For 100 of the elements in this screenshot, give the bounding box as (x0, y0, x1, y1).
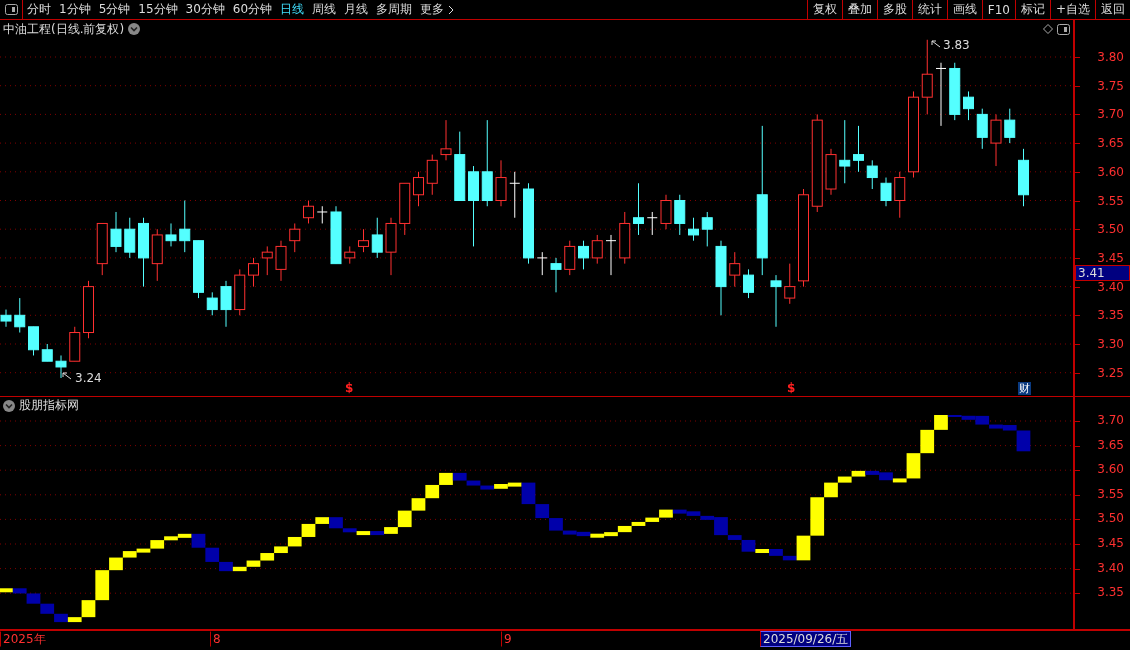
candlestick (825, 148, 837, 196)
indicator-step (260, 552, 275, 561)
indicator-axis-label: 3.60 (1097, 463, 1124, 476)
more-menu[interactable]: 更多 (416, 0, 460, 19)
candlestick (688, 217, 699, 242)
candlestick (124, 217, 136, 259)
candlestick (330, 205, 342, 265)
candlestick (358, 228, 369, 253)
candlestick (41, 343, 53, 362)
candlestick (894, 171, 906, 219)
indicator-axis-label: 3.65 (1097, 438, 1124, 451)
indicator-step (205, 547, 220, 562)
period-tab[interactable]: 分时 (23, 0, 55, 19)
candlestick (151, 228, 163, 282)
time-axis-label: 2025年 (0, 631, 49, 647)
candlestick (550, 257, 562, 293)
price-axis-label: 3.35 (1097, 309, 1124, 322)
high-price-label: 3.83 (943, 39, 970, 52)
period-tab[interactable]: 1分钟 (55, 0, 95, 19)
candlestick (578, 240, 589, 270)
period-tab[interactable]: 15分钟 (134, 0, 182, 19)
current-price-tag: 3.41 (1075, 264, 1130, 281)
leader-arrow-icon (62, 372, 72, 380)
price-axis-label: 3.45 (1097, 251, 1124, 264)
candlestick (633, 182, 644, 236)
candlestick (1004, 108, 1016, 144)
indicator-axis-label: 3.40 (1097, 561, 1124, 574)
price-axis-label: 3.75 (1097, 79, 1124, 92)
indicator-axis-label: 3.45 (1097, 537, 1124, 549)
candlestick (853, 125, 864, 173)
indicator-title: 股朋指标网 (19, 397, 79, 415)
candlestick (605, 234, 617, 276)
candlestick (344, 245, 356, 265)
candlestick (138, 217, 149, 288)
diamond-icon[interactable] (1043, 24, 1053, 34)
chevron-right-icon (447, 4, 456, 15)
dropdown-chevron-icon[interactable] (3, 399, 15, 412)
candlestick (674, 194, 686, 236)
price-axis-label: 3.25 (1097, 366, 1124, 379)
indicator-step (40, 603, 55, 614)
candlestick (179, 200, 191, 253)
candlestick (110, 211, 122, 253)
indicator-axis-label: 3.55 (1097, 487, 1124, 500)
candlestick (729, 251, 741, 288)
candlestick (55, 355, 67, 378)
candlestick (976, 108, 988, 150)
candlestick (220, 280, 232, 328)
candlestick (165, 222, 177, 247)
candlestick (399, 182, 411, 236)
candlestick (880, 177, 892, 207)
candlestick (619, 211, 631, 265)
signal-marker: $ (787, 382, 796, 395)
price-axis-label: 3.40 (1097, 280, 1124, 293)
candlestick (0, 309, 12, 328)
dropdown-chevron-icon[interactable] (128, 23, 141, 35)
chart-title: 中油工程(日线.前复权) (3, 20, 125, 38)
candlestick (193, 240, 204, 299)
candlestick (96, 222, 108, 276)
candlestick (536, 251, 548, 276)
period-tab[interactable]: 周线 (308, 0, 341, 19)
period-tab[interactable]: 5分钟 (94, 0, 135, 19)
indicator-axis-label: 3.35 (1097, 586, 1124, 599)
time-axis-label: 2025/09/26/五 (760, 631, 852, 647)
candlestick (69, 326, 81, 362)
candlestick (413, 171, 424, 207)
low-price-label: 3.24 (75, 372, 102, 385)
period-tab[interactable]: 60分钟 (228, 0, 277, 19)
candlestick (248, 257, 259, 288)
candlestick (234, 268, 246, 316)
price-axis-label: 3.55 (1097, 194, 1124, 207)
candlestick (316, 205, 328, 224)
candlestick (275, 240, 287, 282)
panel-toggle-icon[interactable] (4, 4, 18, 15)
candlestick (963, 90, 974, 121)
candlestick (660, 194, 672, 230)
price-axis-label: 3.70 (1097, 108, 1124, 121)
candlestick (646, 211, 658, 236)
indicator-axis-label: 3.70 (1097, 414, 1124, 426)
candlestick (949, 62, 961, 121)
candlestick (454, 131, 466, 201)
finance-badge[interactable]: 财 (1018, 382, 1031, 395)
leader-arrow-icon (931, 40, 941, 48)
candlestick (866, 159, 878, 190)
period-tab[interactable]: 多周期 (372, 0, 417, 19)
candlestick (509, 171, 521, 219)
candlestick (385, 217, 397, 276)
candlestick (426, 154, 438, 196)
indicator-step (425, 484, 440, 499)
period-tab[interactable]: 日线 (276, 0, 309, 19)
panel-toggle-icon[interactable] (1057, 23, 1070, 35)
candlestick (839, 119, 851, 184)
candlestick (591, 234, 603, 265)
price-axis-label: 3.60 (1097, 165, 1124, 178)
price-axis-label: 3.30 (1097, 338, 1124, 350)
period-tab[interactable]: 30分钟 (181, 0, 229, 19)
price-axis-label: 3.65 (1097, 137, 1124, 150)
candlestick (784, 263, 796, 305)
period-tab[interactable]: 月线 (340, 0, 373, 19)
indicator-axis-label: 3.50 (1097, 512, 1124, 525)
time-axis-label: 9 (501, 631, 515, 647)
